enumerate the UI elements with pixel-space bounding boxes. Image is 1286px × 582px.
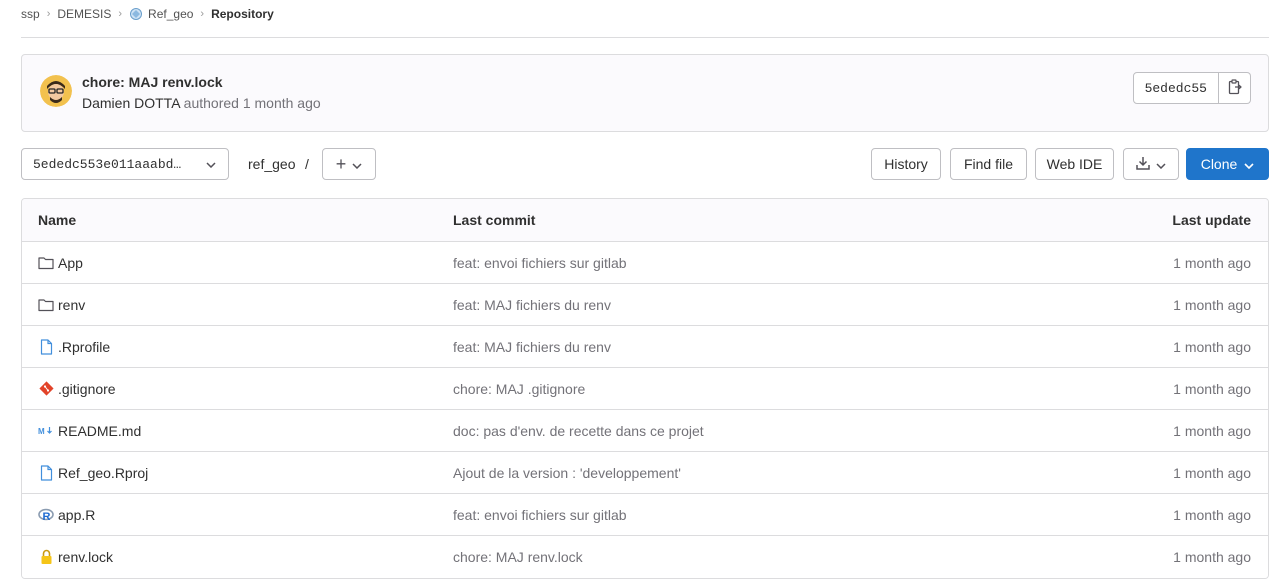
r-language-icon: R xyxy=(38,507,54,523)
last-commit-link[interactable]: chore: MAJ .gitignore xyxy=(437,381,1057,397)
breadcrumb-item-ssp[interactable]: ssp xyxy=(21,7,40,21)
markdown-icon: M xyxy=(38,423,54,439)
last-commit-link[interactable]: feat: MAJ fichiers du renv xyxy=(437,297,1057,313)
file-name-cell: Rapp.R xyxy=(22,507,437,523)
breadcrumb: ssp › DEMESIS › Ref_geo › Repository xyxy=(21,6,274,22)
web-ide-button[interactable]: Web IDE xyxy=(1035,148,1114,180)
last-update-time: 1 month ago xyxy=(1173,254,1251,271)
file-name-cell: App xyxy=(22,255,437,271)
table-row[interactable]: .gitignore chore: MAJ .gitignore 1 month a… xyxy=(22,368,1268,410)
chevron-down-icon xyxy=(352,156,362,172)
file-name-cell: Ref_geo.Rproj xyxy=(22,465,437,481)
commit-sha-button[interactable]: 5ededc55 xyxy=(1132,72,1219,104)
commit-sha-group: 5ededc55 xyxy=(1132,72,1251,104)
breadcrumb-item-ref-geo[interactable]: Ref_geo xyxy=(148,7,193,21)
copy-icon xyxy=(1228,78,1242,98)
folder-icon xyxy=(38,297,54,313)
header-divider xyxy=(21,37,1269,38)
table-row[interactable]: renv.lock chore: MAJ renv.lock 1 month ago xyxy=(22,536,1268,578)
ref-switcher-label: 5ededc553e011aaabd… xyxy=(33,156,182,172)
chevron-down-icon xyxy=(1156,156,1166,172)
commit-meta: Damien DOTTA authored 1 month ago xyxy=(82,95,321,111)
file-link[interactable]: renv.lock xyxy=(58,549,113,565)
column-header-last-commit: Last commit xyxy=(453,212,536,228)
table-row[interactable]: App feat: envoi fichiers sur gitlab 1 mont… xyxy=(22,242,1268,284)
last-commit-link[interactable]: doc: pas d'env. de recette dans ce proje… xyxy=(437,423,1057,439)
chevron-right-icon: › xyxy=(46,8,51,20)
file-name-cell: renv.lock xyxy=(22,549,437,565)
folder-icon xyxy=(38,255,54,271)
last-update-time: 1 month ago xyxy=(1173,464,1251,481)
copy-sha-button[interactable] xyxy=(1219,72,1251,104)
chevron-down-icon xyxy=(1244,156,1254,172)
last-commit-link[interactable]: feat: MAJ fichiers du renv xyxy=(437,339,1057,355)
column-header-name: Name xyxy=(38,212,77,228)
svg-text:R: R xyxy=(43,511,51,522)
last-update-time: 1 month ago xyxy=(1173,549,1251,565)
file-link[interactable]: renv xyxy=(58,297,85,313)
commit-author[interactable]: Damien DOTTA xyxy=(82,95,180,111)
ref-switcher-dropdown[interactable]: 5ededc553e011aaabd… xyxy=(21,148,229,180)
repo-path-root[interactable]: ref_geo xyxy=(248,156,295,172)
file-link[interactable]: app.R xyxy=(58,507,95,523)
file-name-cell: .gitignore xyxy=(22,381,437,397)
last-commit-link[interactable]: Ajout de la version : 'developpement' xyxy=(437,465,1057,481)
last-commit-link[interactable]: chore: MAJ renv.lock xyxy=(437,549,1057,565)
chevron-right-icon: › xyxy=(200,8,205,20)
last-update-time: 1 month ago xyxy=(1173,506,1251,523)
clone-dropdown[interactable]: Clone xyxy=(1186,148,1269,180)
last-commit-link[interactable]: feat: envoi fichiers sur gitlab xyxy=(437,255,1057,271)
plus-icon: + xyxy=(335,154,347,174)
file-link[interactable]: App xyxy=(58,255,83,271)
project-avatar-icon xyxy=(129,7,143,21)
file-link[interactable]: .Rprofile xyxy=(58,339,110,355)
last-update-time: 1 month ago xyxy=(1173,338,1251,355)
table-row[interactable]: M README.md doc: pas d'env. de recette dan… xyxy=(22,410,1268,452)
find-file-button[interactable]: Find file xyxy=(950,148,1027,180)
file-tree-table: Name Last commit Last update App feat: en… xyxy=(21,198,1269,579)
clone-label: Clone xyxy=(1200,156,1238,172)
chevron-right-icon: › xyxy=(118,8,123,20)
commit-time: 1 month ago xyxy=(242,95,321,111)
last-update-time: 1 month ago xyxy=(1173,296,1251,313)
history-button[interactable]: History xyxy=(871,148,941,180)
last-commit-link[interactable]: feat: envoi fichiers sur gitlab xyxy=(437,507,1057,523)
download-icon xyxy=(1136,156,1150,173)
file-icon xyxy=(38,464,54,481)
file-name-cell: renv xyxy=(22,297,437,313)
lock-icon xyxy=(38,549,54,565)
commit-authored-label: authored xyxy=(183,95,239,111)
download-dropdown[interactable] xyxy=(1123,148,1179,180)
path-separator: / xyxy=(305,156,309,172)
file-name-cell: M README.md xyxy=(22,423,437,439)
table-row[interactable]: .Rprofile feat: MAJ fichiers du renv 1 mon… xyxy=(22,326,1268,368)
last-update-time: 1 month ago xyxy=(1173,422,1251,439)
file-link[interactable]: Ref_geo.Rproj xyxy=(58,465,148,481)
git-icon xyxy=(38,381,54,397)
last-update-time: 1 month ago xyxy=(1173,380,1251,397)
file-name-cell: .Rprofile xyxy=(22,339,437,355)
column-header-last-update: Last update xyxy=(1172,212,1251,228)
add-to-tree-dropdown[interactable]: + xyxy=(322,148,376,180)
table-row[interactable]: Rapp.R feat: envoi fichiers sur gitlab 1 m… xyxy=(22,494,1268,536)
table-header: Name Last commit Last update xyxy=(22,199,1268,242)
file-link[interactable]: .gitignore xyxy=(58,381,116,397)
breadcrumb-item-demesis[interactable]: DEMESIS xyxy=(57,7,111,21)
svg-text:M: M xyxy=(38,427,45,436)
table-row[interactable]: renv feat: MAJ fichiers du renv 1 month ag… xyxy=(22,284,1268,326)
commit-title[interactable]: chore: MAJ renv.lock xyxy=(82,74,223,90)
chevron-down-icon xyxy=(206,157,216,172)
breadcrumb-current[interactable]: Repository xyxy=(211,7,274,21)
file-icon xyxy=(38,338,54,355)
avatar[interactable] xyxy=(40,75,72,107)
table-row[interactable]: Ref_geo.Rproj Ajout de la version : 'deve… xyxy=(22,452,1268,494)
last-commit-panel: chore: MAJ renv.lock Damien DOTTA author… xyxy=(21,54,1269,132)
file-link[interactable]: README.md xyxy=(58,423,141,439)
